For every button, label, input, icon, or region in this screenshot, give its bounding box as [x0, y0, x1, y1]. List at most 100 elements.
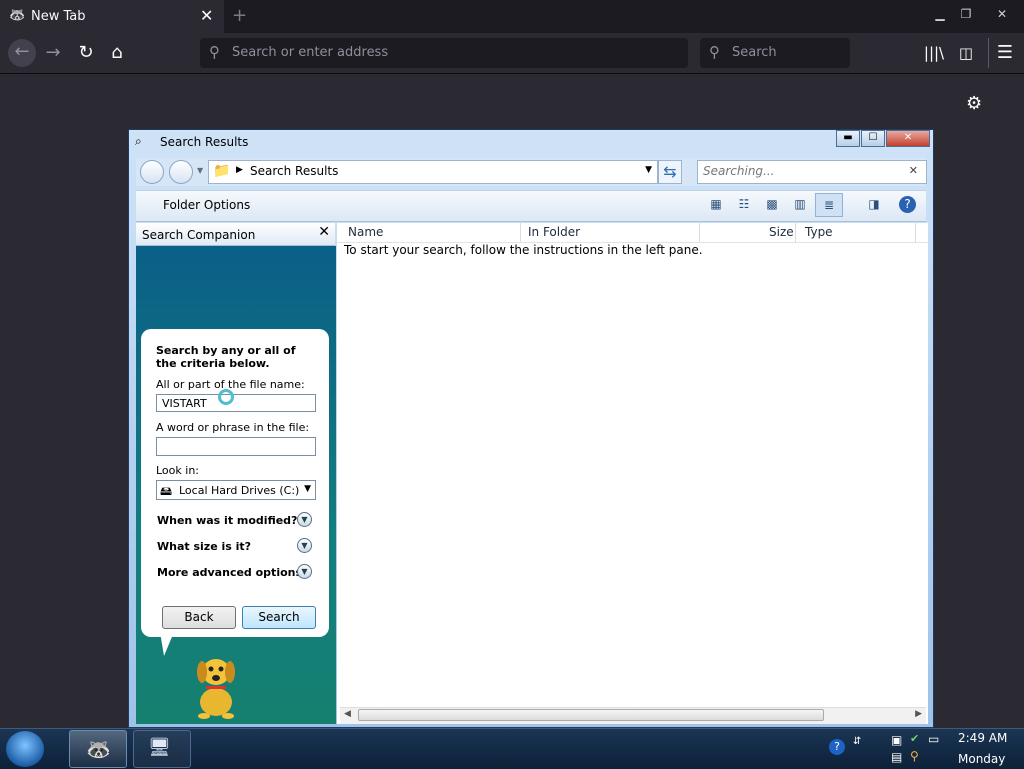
view-tiles-icon[interactable]: ▦ [707, 197, 725, 213]
size-option[interactable]: What size is it? [157, 540, 251, 553]
column-name[interactable]: Name [348, 225, 383, 239]
start-orb-icon[interactable] [6, 731, 44, 767]
tab-title: New Tab [31, 9, 86, 24]
window-maximize-icon[interactable]: ☐ [861, 130, 885, 147]
volume-tray-icon[interactable]: ▤ [891, 750, 902, 764]
search-placeholder: Search [732, 45, 777, 60]
close-companion-icon[interactable]: ✕ [318, 224, 330, 240]
toolbar-divider [988, 38, 989, 68]
lookin-select[interactable]: 🖴 Local Hard Drives (C:) ▼ [156, 480, 316, 500]
modified-option[interactable]: When was it modified? [157, 514, 297, 527]
breadcrumb-text: Search Results [250, 164, 339, 178]
security-tray-icon[interactable]: ✔ [910, 732, 919, 745]
drive-icon: 🖴 [160, 484, 173, 498]
history-dropdown-icon[interactable]: ▼ [197, 166, 203, 175]
folder-icon: 📁 [213, 163, 231, 179]
search-companion-header: Search Companion ✕ [136, 223, 335, 246]
browser-tab[interactable]: 🦝 New Tab ✕ [0, 0, 224, 33]
restore-icon[interactable]: ❐ [955, 5, 977, 23]
column-separator[interactable] [699, 223, 700, 242]
view-list-icon[interactable]: ▥ [791, 197, 809, 213]
sidebar-icon[interactable]: ◫ [953, 40, 979, 66]
clock-time[interactable]: 2:49 AM [958, 731, 1007, 745]
explorer-forward-icon[interactable] [169, 160, 193, 184]
close-window-icon[interactable]: ✕ [991, 5, 1013, 23]
taskbar-browser-app[interactable]: 🦝 [69, 730, 127, 768]
results-pane [337, 223, 928, 724]
url-placeholder: Search or enter address [232, 45, 389, 60]
expand-advanced-icon[interactable]: ▼ [297, 564, 312, 579]
url-bar[interactable]: ⚲ Search or enter address [200, 38, 688, 68]
lookin-label: Look in: [156, 464, 199, 477]
browser-search-bar[interactable]: ⚲ Search [700, 38, 850, 68]
address-dropdown-icon[interactable]: ▼ [645, 165, 652, 175]
expand-size-icon[interactable]: ▼ [297, 538, 312, 553]
column-separator[interactable] [520, 223, 521, 242]
scroll-left-icon[interactable]: ◀ [344, 709, 351, 719]
column-separator[interactable] [795, 223, 796, 242]
search-window-icon: ⌕ [135, 134, 142, 148]
view-icons-icon[interactable]: ☷ [735, 197, 753, 213]
preview-pane-icon[interactable]: ◨ [865, 197, 883, 213]
display-tray-icon[interactable]: ▭ [928, 732, 939, 746]
raccoon-favicon-icon: 🦝 [9, 8, 26, 23]
clear-search-icon[interactable]: ✕ [909, 164, 918, 177]
help-tray-icon[interactable]: ? [829, 739, 845, 755]
search-button[interactable]: Search [242, 606, 316, 629]
scroll-right-icon[interactable]: ▶ [915, 709, 922, 719]
window-title: Search Results [160, 135, 249, 149]
help-icon[interactable]: ? [899, 196, 916, 213]
column-separator[interactable] [915, 223, 916, 242]
computer-app-icon: 🖥 [148, 737, 171, 758]
library-icon[interactable]: |||\ [921, 40, 947, 66]
advanced-option[interactable]: More advanced options [157, 566, 302, 579]
raccoon-app-icon: 🦝 [86, 737, 111, 761]
explorer-back-icon[interactable] [140, 160, 164, 184]
tray-expand-icon[interactable]: ⇵ [853, 736, 861, 747]
search-companion-title: Search Companion [142, 228, 256, 242]
bubble-tail [160, 632, 174, 656]
new-tab-button[interactable]: + [232, 5, 247, 26]
menu-icon[interactable]: ☰ [992, 40, 1018, 66]
address-bar[interactable]: 📁 ▶ Search Results ▼ [208, 160, 658, 184]
filename-value: VISTART [162, 397, 207, 410]
view-details-icon[interactable]: ≣ [815, 193, 843, 217]
view-thumbnails-icon[interactable]: ▩ [763, 197, 781, 213]
minimize-icon[interactable]: ▁ [929, 5, 951, 23]
clock-day[interactable]: Monday [958, 752, 1005, 766]
lookin-dropdown-icon[interactable]: ▼ [304, 484, 311, 494]
tab-close-icon[interactable]: ✕ [200, 6, 213, 25]
filename-label: All or part of the file name: [156, 378, 305, 391]
expand-modified-icon[interactable]: ▼ [297, 512, 312, 527]
column-size[interactable]: Size [769, 225, 794, 239]
criteria-heading: Search by any or all of the criteria bel… [156, 344, 296, 370]
phrase-label: A word or phrase in the file: [156, 421, 310, 434]
window-close-icon[interactable]: ✕ [886, 130, 930, 147]
settings-gear-icon[interactable]: ⚙ [966, 93, 982, 114]
window-search-placeholder: Searching... [703, 164, 775, 178]
results-column-header: Name In Folder Size Type [337, 223, 928, 243]
taskbar-search-app[interactable]: 🖥 [133, 730, 191, 768]
lookin-value: Local Hard Drives (C:) [179, 484, 300, 497]
window-search-box[interactable]: Searching... ✕ [697, 160, 927, 184]
back-icon[interactable]: ← [8, 39, 36, 67]
search-dog-icon [197, 659, 235, 719]
browser-scroll-strip [1012, 74, 1024, 728]
forward-icon[interactable]: → [40, 40, 66, 66]
refresh-button[interactable]: ⇆ [658, 160, 682, 184]
search-tray-icon[interactable]: ⚲ [910, 749, 919, 763]
busy-cursor-icon [218, 389, 234, 405]
filename-input[interactable]: VISTART [156, 394, 316, 412]
home-icon[interactable]: ⌂ [104, 40, 130, 66]
network-tray-icon[interactable]: ▣ [891, 733, 902, 747]
back-button[interactable]: Back [162, 606, 236, 629]
window-minimize-icon[interactable]: ▬ [836, 130, 860, 147]
horizontal-scroll-thumb[interactable] [358, 709, 824, 721]
folder-options-button[interactable]: Folder Options [163, 198, 250, 212]
column-type[interactable]: Type [805, 225, 833, 239]
reload-icon[interactable]: ↻ [73, 40, 99, 66]
phrase-input[interactable] [156, 437, 316, 456]
column-in-folder[interactable]: In Folder [528, 225, 580, 239]
search-icon: ⚲ [709, 43, 720, 61]
search-icon: ⚲ [209, 43, 220, 61]
